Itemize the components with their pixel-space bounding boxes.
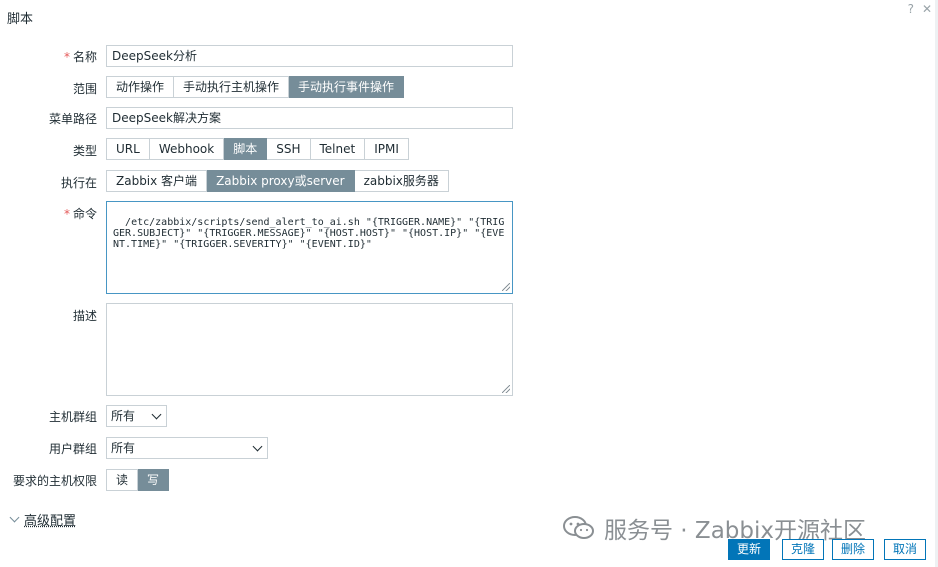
type-option-webhook[interactable]: Webhook bbox=[149, 138, 225, 160]
menu-path-input[interactable]: DeepSeek解决方案 bbox=[106, 107, 513, 129]
host-permission-label: 要求的主机权限 bbox=[12, 474, 97, 488]
advanced-config-label: 高级配置 bbox=[24, 514, 77, 529]
resize-grip-icon[interactable] bbox=[502, 283, 510, 291]
execute-on-label: 执行在 bbox=[60, 176, 97, 190]
execute-on-segmented: Zabbix 客户端 Zabbix proxy或server zabbix服务器 bbox=[106, 170, 449, 192]
scope-option-event[interactable]: 手动执行事件操作 bbox=[289, 76, 405, 98]
user-group-value: 所有 bbox=[111, 441, 136, 455]
host-group-select[interactable]: 所有 bbox=[106, 405, 167, 427]
type-option-ipmi[interactable]: IPMI bbox=[365, 138, 409, 160]
host-group-value: 所有 bbox=[111, 409, 136, 423]
chevron-down-icon bbox=[9, 512, 20, 523]
permission-option-read[interactable]: 读 bbox=[106, 469, 139, 491]
name-input[interactable]: DeepSeek分析 bbox=[106, 45, 513, 67]
command-text: /etc/zabbix/scripts/send_alert_to_ai.sh … bbox=[113, 217, 505, 250]
dialog-title: 脚本 bbox=[7, 12, 34, 27]
description-textarea[interactable] bbox=[106, 303, 513, 396]
chevron-down-icon bbox=[151, 409, 162, 420]
host-group-label: 主机群组 bbox=[48, 410, 97, 424]
cancel-button[interactable]: 取消 bbox=[884, 539, 927, 560]
close-icon[interactable]: ✕ bbox=[922, 2, 932, 16]
resize-grip-icon[interactable] bbox=[502, 385, 510, 393]
scope-option-action[interactable]: 动作操作 bbox=[106, 76, 175, 98]
type-option-script[interactable]: 脚本 bbox=[224, 138, 268, 160]
scope-segmented: 动作操作 手动执行主机操作 手动执行事件操作 bbox=[106, 76, 405, 98]
clone-button[interactable]: 克隆 bbox=[782, 539, 825, 560]
dialog-controls: ? ✕ bbox=[908, 2, 932, 16]
scope-option-host[interactable]: 手动执行主机操作 bbox=[174, 76, 290, 98]
host-permission-segmented: 读 写 bbox=[106, 469, 170, 491]
wechat-icon bbox=[563, 516, 594, 539]
execute-on-option-server[interactable]: zabbix服务器 bbox=[354, 170, 449, 192]
scope-label: 范围 bbox=[72, 82, 97, 96]
required-mark: * bbox=[63, 50, 70, 64]
required-mark: * bbox=[63, 207, 70, 221]
update-button[interactable]: 更新 bbox=[728, 539, 771, 560]
user-group-select[interactable]: 所有 bbox=[106, 437, 268, 459]
execute-on-option-agent[interactable]: Zabbix 客户端 bbox=[106, 170, 208, 192]
type-label: 类型 bbox=[72, 144, 97, 158]
command-label: * 命令 bbox=[63, 207, 97, 221]
chevron-down-icon bbox=[252, 441, 263, 452]
execute-on-option-proxy-server[interactable]: Zabbix proxy或server bbox=[207, 170, 355, 192]
user-group-label: 用户群组 bbox=[48, 442, 97, 456]
type-segmented: URL Webhook 脚本 SSH Telnet IPMI bbox=[106, 138, 409, 160]
help-icon[interactable]: ? bbox=[908, 2, 914, 16]
menu-path-label: 菜单路径 bbox=[48, 112, 97, 126]
delete-button[interactable]: 删除 bbox=[832, 539, 875, 560]
command-textarea[interactable]: /etc/zabbix/scripts/send_alert_to_ai.sh … bbox=[106, 201, 513, 294]
type-option-url[interactable]: URL bbox=[106, 138, 150, 160]
permission-option-write[interactable]: 写 bbox=[138, 469, 170, 491]
name-label: * 名称 bbox=[63, 50, 97, 64]
type-option-telnet[interactable]: Telnet bbox=[310, 138, 366, 160]
advanced-config-toggle[interactable]: 高级配置 bbox=[9, 510, 77, 529]
type-option-ssh[interactable]: SSH bbox=[267, 138, 311, 160]
description-label: 描述 bbox=[72, 309, 97, 323]
